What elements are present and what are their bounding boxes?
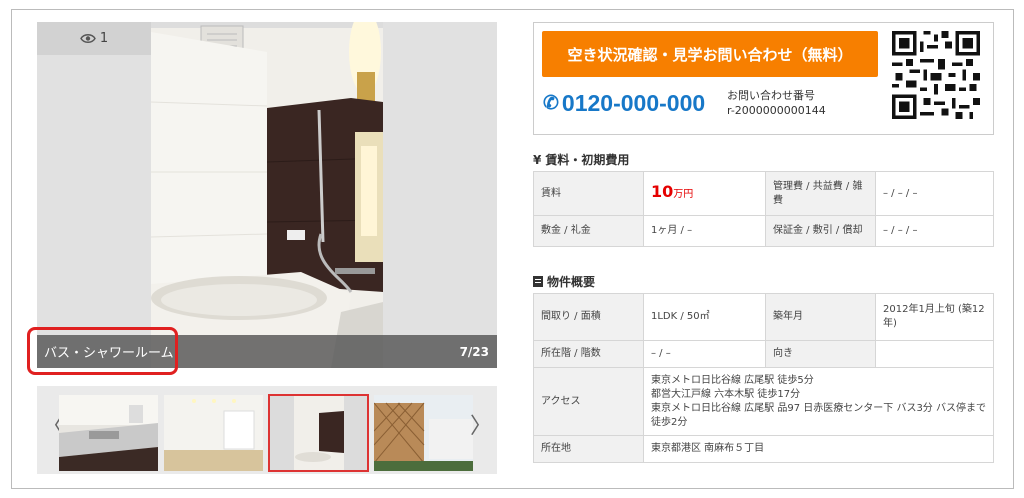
fees-title-text: 賃料・初期費用 — [545, 153, 630, 167]
access-line: 東京メトロ日比谷線 広尾駅 徒歩5分 — [651, 374, 814, 386]
fees-table: 賃料 10万円 管理費 / 共益費 / 雑費 – / – / – 敷金 / 礼金… — [533, 171, 994, 247]
next-arrow-icon[interactable]: 〉 — [470, 416, 492, 438]
document-icon — [533, 276, 543, 287]
floor-value: – / – — [643, 340, 766, 368]
management-fee-value: – / – / – — [875, 171, 994, 216]
view-count: 1 — [99, 31, 109, 46]
access-value: 東京メトロ日比谷線 広尾駅 徒歩5分 都営大江戸線 六本木駅 徒歩17分 東京メ… — [643, 367, 994, 436]
rent-value: 10万円 — [643, 171, 766, 216]
direction-value — [875, 340, 994, 368]
thumbnail-balcony-image — [374, 395, 473, 471]
caption-highlight-box — [27, 327, 178, 375]
phone-number: 0120-000-000 — [561, 90, 706, 116]
fees-section-title: ¥ 賃料・初期費用 — [533, 151, 629, 168]
thumbnail-living-room[interactable] — [164, 395, 263, 471]
inquiry-number-block: お問い合わせ番号 r-2000000000144 — [727, 88, 826, 118]
contact-box: 空き状況確認・見学お問い合わせ（無料） ✆ 0120-000-000 お問い合わ… — [533, 22, 994, 135]
table-row: 間取り / 面積 1LDK / 50㎡ 築年月 2012年1月上旬 (築12年) — [533, 293, 994, 341]
inquiry-cta-button[interactable]: 空き状況確認・見学お問い合わせ（無料） — [542, 31, 878, 77]
direction-label: 向き — [765, 340, 876, 368]
view-count-badge: 1 — [37, 22, 151, 55]
rent-label: 賃料 — [533, 171, 644, 216]
overview-section-title: 物件概要 — [533, 273, 595, 290]
guarantee-value: – / – / – — [875, 215, 994, 247]
yen-icon: ¥ — [533, 152, 542, 167]
table-row: 所在階 / 階数 – / – 向き — [533, 340, 994, 368]
thumbnail-balcony[interactable] — [374, 395, 473, 471]
access-line: 東京メトロ日比谷線 広尾駅 品97 日赤医療センター下 バス3分 バス停まで徒歩… — [651, 402, 986, 428]
photo-gallery[interactable]: 1 バス・シャワールーム 7/23 — [37, 22, 497, 368]
layout-value: 1LDK / 50㎡ — [643, 293, 766, 341]
guarantee-label: 保証金 / 敷引 / 償却 — [765, 215, 876, 247]
thumbnail-strip: 〈 〉 — [37, 386, 497, 474]
address-value: 東京都港区 南麻布５丁目 — [643, 435, 994, 463]
access-label: アクセス — [533, 367, 644, 436]
deposit-label: 敷金 / 礼金 — [533, 215, 644, 247]
overview-title-text: 物件概要 — [547, 275, 596, 289]
access-line: 都営大江戸線 六本木駅 徒歩17分 — [651, 388, 801, 400]
deposit-value: 1ヶ月 / – — [643, 215, 766, 247]
phone-link[interactable]: ✆ 0120-000-000 — [543, 90, 705, 117]
inquiry-number-label: お問い合わせ番号 — [727, 89, 815, 102]
table-row: 敷金 / 礼金 1ヶ月 / – 保証金 / 敷引 / 償却 – / – / – — [533, 215, 994, 247]
phone-icon: ✆ — [543, 93, 559, 114]
thumbnail-bathroom-image — [269, 395, 368, 471]
qr-code-icon — [892, 31, 980, 119]
management-fee-label: 管理費 / 共益費 / 雑費 — [765, 171, 876, 216]
address-label: 所在地 — [533, 435, 644, 463]
thumbnail-kitchen-image — [59, 395, 158, 471]
floor-label: 所在階 / 階数 — [533, 340, 644, 368]
table-row: 賃料 10万円 管理費 / 共益費 / 雑費 – / – / – — [533, 171, 994, 216]
table-row: アクセス 東京メトロ日比谷線 広尾駅 徒歩5分 都営大江戸線 六本木駅 徒歩17… — [533, 367, 994, 436]
thumbnail-kitchen[interactable] — [59, 395, 158, 471]
rent-amount: 10 — [651, 182, 674, 201]
photo-counter: 7/23 — [459, 344, 489, 359]
table-row: 所在地 東京都港区 南麻布５丁目 — [533, 435, 994, 463]
built-label: 築年月 — [765, 293, 876, 341]
thumbnail-living-room-image — [164, 395, 263, 471]
inquiry-number: r-2000000000144 — [727, 104, 826, 117]
layout-label: 間取り / 面積 — [533, 293, 644, 341]
rent-unit: 万円 — [673, 189, 694, 200]
built-value: 2012年1月上旬 (築12年) — [875, 293, 994, 341]
eye-icon — [80, 34, 96, 43]
overview-table: 間取り / 面積 1LDK / 50㎡ 築年月 2012年1月上旬 (築12年)… — [533, 293, 994, 463]
main-photo-bathroom — [151, 22, 383, 368]
thumbnail-bathroom-selected[interactable] — [268, 394, 369, 472]
